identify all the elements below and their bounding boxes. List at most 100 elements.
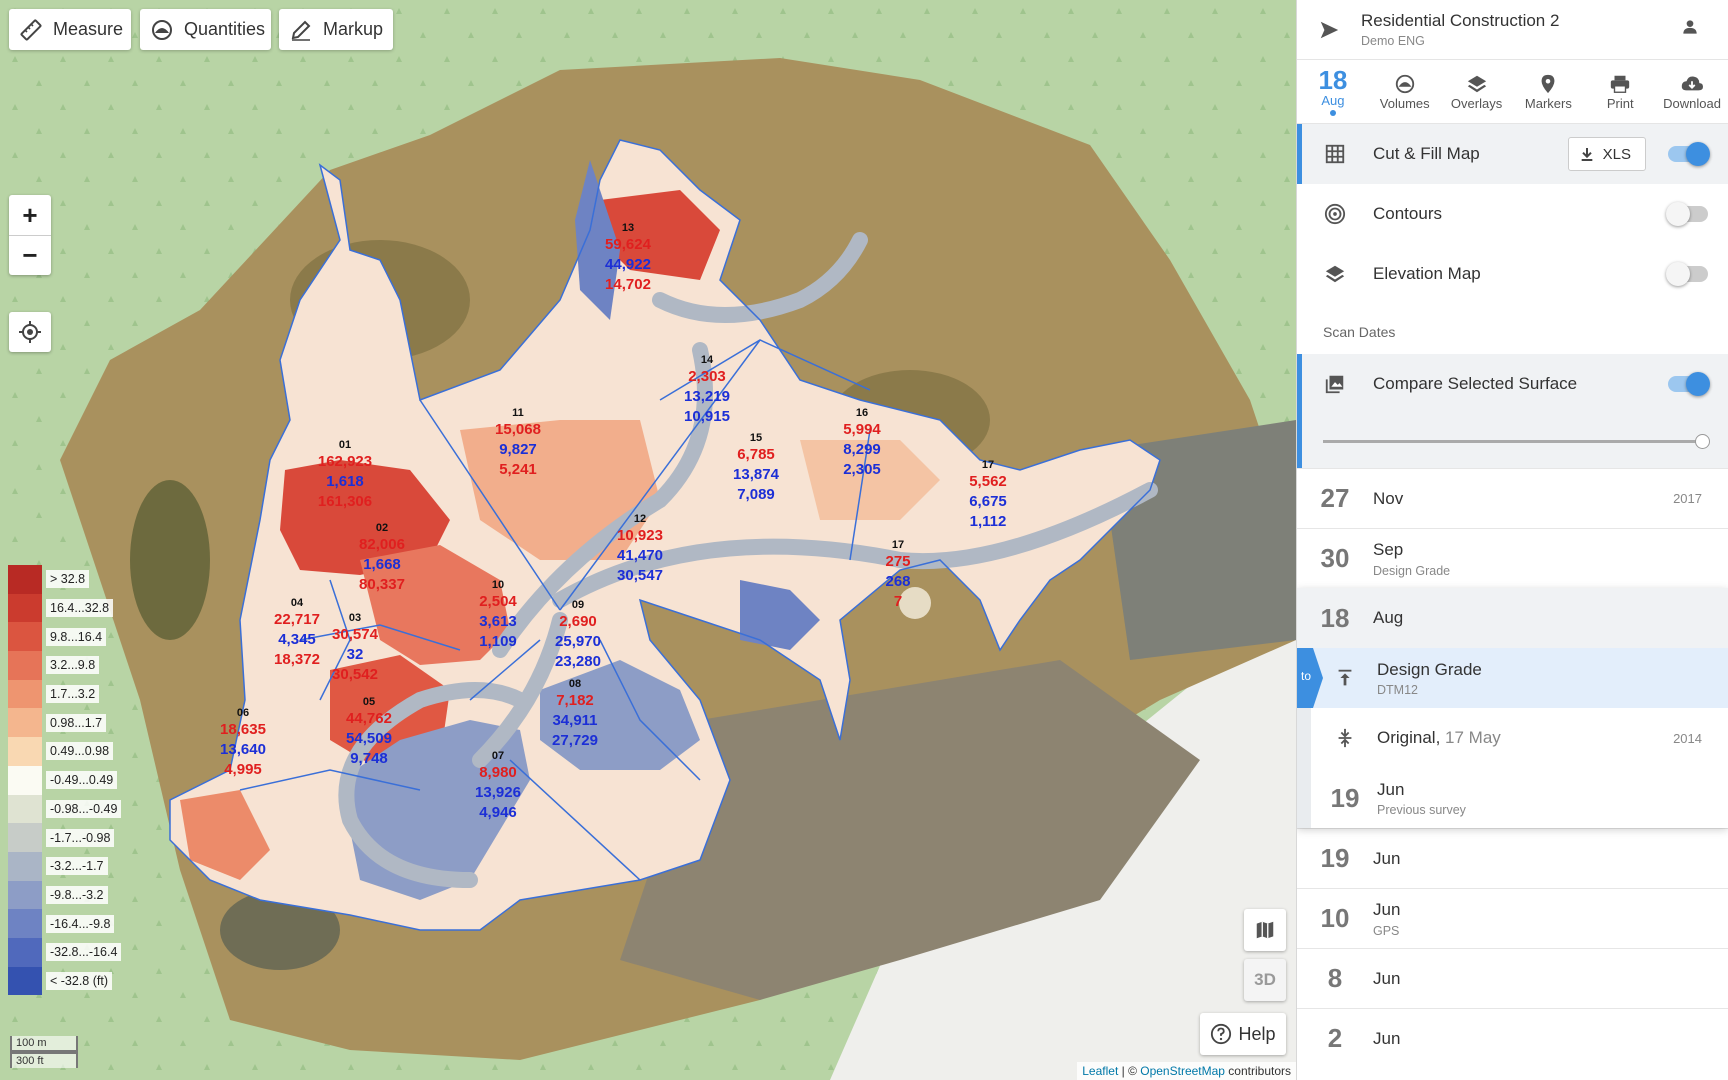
markup-button[interactable]: Markup <box>279 9 393 50</box>
region-label: 04 22,717 4,345 18,372 <box>257 596 337 670</box>
region-net: 4,995 <box>224 761 262 778</box>
selected-day: 18 <box>1320 602 1350 633</box>
leaflet-link[interactable]: Leaflet <box>1082 1064 1118 1078</box>
region-fill: 8,299 <box>843 441 881 458</box>
scan-sub: Design Grade <box>1373 563 1451 578</box>
sidebar-tabs: 18 Aug Volumes Overlays Markers Print Do… <box>1297 60 1728 124</box>
legend-label: 3.2...9.8 <box>46 656 100 675</box>
scan-date-row[interactable]: 30 Sep Design Grade <box>1297 528 1728 588</box>
legend-swatch <box>8 622 42 652</box>
cut-fill-layer-row[interactable]: Cut & Fill Map XLS <box>1297 124 1728 184</box>
tab-print[interactable]: Print <box>1584 60 1656 123</box>
region-label: 05 44,762 54,509 9,748 <box>329 695 409 769</box>
osm-link[interactable]: OpenStreetMap <box>1140 1064 1225 1078</box>
elevation-layer-row[interactable]: Elevation Map <box>1297 244 1728 304</box>
scale-bar: 100 m 300 ft <box>10 1036 78 1068</box>
region-fill: 4,345 <box>278 631 316 648</box>
region-net: 7 <box>893 593 903 610</box>
legend-label: > 32.8 <box>46 570 90 589</box>
design-grade-surface[interactable]: to Design Grade DTM12 <box>1297 648 1728 708</box>
region-fill: 41,470 <box>617 547 663 564</box>
zoom-out-button[interactable]: − <box>9 235 51 275</box>
scan-date-row[interactable]: 2 Jun <box>1297 1008 1728 1068</box>
original-surface[interactable]: Original, 17 May 2014 <box>1297 708 1728 768</box>
region-label: 02 82,006 1,668 80,337 <box>342 521 422 595</box>
region-cut: 275 <box>885 553 911 570</box>
project-title: Residential Construction 2 <box>1361 11 1560 30</box>
send-arrow-icon <box>1320 21 1339 38</box>
region-cut: 6,785 <box>737 446 775 463</box>
tab-markers[interactable]: Markers <box>1512 60 1584 123</box>
compare-slider-handle[interactable] <box>1695 434 1710 449</box>
pencil-icon <box>289 17 313 43</box>
xls-download-button[interactable]: XLS <box>1567 137 1646 171</box>
tab-overlays[interactable]: Overlays <box>1441 60 1513 123</box>
scan-day: 30 <box>1320 543 1350 573</box>
tab-date[interactable]: 18 Aug <box>1297 60 1369 123</box>
legend-row: -0.49...0.49 <box>8 765 121 795</box>
3d-view-button[interactable]: 3D <box>1244 959 1286 1001</box>
compare-slider-track[interactable] <box>1323 440 1702 443</box>
previous-survey-surface[interactable]: 19 Jun Previous survey <box>1297 768 1728 828</box>
elevation-toggle[interactable] <box>1666 262 1708 286</box>
region-label: 07 8,980 13,926 4,946 <box>458 749 538 823</box>
selected-month: Aug <box>1373 608 1404 627</box>
contours-toggle[interactable] <box>1666 202 1708 226</box>
region-fill: 268 <box>885 573 911 590</box>
region-id: 06 <box>236 707 250 719</box>
legend-label: 1.7...3.2 <box>46 685 100 704</box>
scan-dates-list-older: 19 Jun 10 Jun GPS 8 Jun 2 Jun <box>1297 828 1728 1068</box>
region-cut: 44,762 <box>346 710 392 727</box>
map-view[interactable]: Measure Quantities Markup + − > 32.8 16.4… <box>0 0 1296 1080</box>
region-cut: 8,980 <box>479 764 517 781</box>
layers-icon <box>1297 263 1373 285</box>
user-button[interactable] <box>1680 17 1700 42</box>
region-fill: 13,640 <box>220 741 266 758</box>
tab-download-label: Download <box>1663 96 1721 111</box>
legend-label: 0.98...1.7 <box>46 713 107 732</box>
basemap-button[interactable] <box>1244 909 1286 951</box>
region-net: 27,729 <box>552 732 598 749</box>
region-fill: 13,926 <box>475 784 521 801</box>
region-fill: 34,911 <box>552 712 598 729</box>
region-cut: 22,717 <box>274 611 320 628</box>
cut-fill-legend: > 32.8 16.4...32.8 9.8...16.4 3.2...9.8 1.7.… <box>8 565 122 996</box>
selected-scan-date[interactable]: 18 Aug <box>1297 588 1728 648</box>
original-label: Original, <box>1377 728 1441 747</box>
legend-label: 9.8...16.4 <box>46 627 107 646</box>
region-net: 2,305 <box>843 461 881 478</box>
legend-row: -3.2...-1.7 <box>8 851 121 881</box>
legend-row: -9.8...-3.2 <box>8 880 121 910</box>
zoom-in-button[interactable]: + <box>9 195 51 235</box>
measure-button[interactable]: Measure <box>9 9 131 50</box>
compare-surface-label: Compare Selected Surface <box>1373 374 1578 393</box>
legend-label: -3.2...-1.7 <box>46 857 108 876</box>
navigate-button[interactable] <box>1297 19 1361 41</box>
measure-label: Measure <box>53 19 124 39</box>
tab-print-label: Print <box>1606 96 1634 111</box>
original-year: 2014 <box>1673 730 1702 746</box>
region-label: 01 162,923 1,618 161,306 <box>305 438 385 512</box>
compare-surface-row[interactable]: Compare Selected Surface <box>1297 354 1728 414</box>
tab-download[interactable]: Download <box>1656 60 1728 123</box>
scan-month: Jun <box>1373 848 1401 868</box>
group-gutter <box>1297 768 1311 828</box>
scan-date-row[interactable]: 19 Jun <box>1297 828 1728 888</box>
scan-date-row[interactable]: 27 Nov 2017 <box>1297 468 1728 528</box>
locate-button[interactable] <box>9 312 51 352</box>
crosshair-icon <box>19 321 41 343</box>
user-icon <box>1683 20 1697 34</box>
scan-date-row[interactable]: 8 Jun <box>1297 948 1728 1008</box>
help-button[interactable]: Help <box>1200 1013 1286 1055</box>
scan-date-row[interactable]: 10 Jun GPS <box>1297 888 1728 948</box>
region-net: 30,547 <box>617 567 663 584</box>
volume-icon <box>150 17 174 43</box>
cut-fill-toggle[interactable] <box>1668 142 1710 166</box>
contours-layer-row[interactable]: Contours <box>1297 184 1728 244</box>
compare-surface-toggle[interactable] <box>1668 372 1710 396</box>
tab-volumes[interactable]: Volumes <box>1369 60 1441 123</box>
tab-date-month: Aug <box>1321 93 1345 108</box>
region-label: 09 2,690 25,970 23,280 <box>538 598 618 672</box>
cut-fill-label: Cut & Fill Map <box>1373 144 1480 163</box>
quantities-button[interactable]: Quantities <box>140 9 271 50</box>
